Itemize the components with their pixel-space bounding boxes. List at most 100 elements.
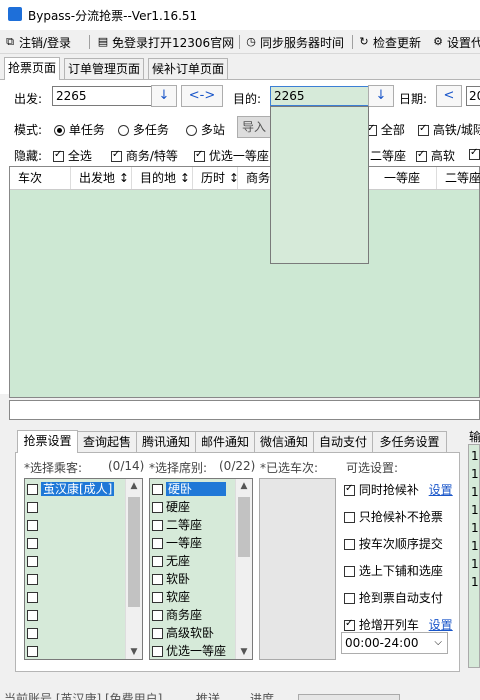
seat-list[interactable]: 硬卧 硬座 二等座 一等座 无座 软卧 软座 商务座 高级软卧 优选一等座 ▲ …: [149, 478, 253, 660]
option-berth-seat[interactable]: 选上下铺和选座: [344, 562, 443, 579]
checkbox-youxuan[interactable]: [194, 149, 205, 162]
checkbox-waitlist[interactable]: [344, 483, 355, 496]
scroll-down-icon[interactable]: ▼: [236, 645, 252, 659]
option-waitlist[interactable]: 同时抢候补 设置: [344, 481, 453, 498]
column-header-train[interactable]: 车次: [10, 167, 71, 189]
passenger-checkbox[interactable]: [27, 538, 38, 549]
from-station-input[interactable]: 2265: [52, 86, 152, 106]
column-header-first-class[interactable]: 一等座: [376, 167, 437, 189]
option-auto-pay[interactable]: 抢到票自动支付: [344, 589, 443, 606]
swap-stations-button[interactable]: <->: [181, 85, 223, 107]
waitlist-settings-link[interactable]: 设置: [429, 483, 453, 497]
passenger-checkbox[interactable]: [27, 574, 38, 585]
log-list[interactable]: 1 1 1 1 1 1 1 1: [468, 444, 480, 668]
seat-checkbox[interactable]: [152, 574, 163, 585]
time-range-select[interactable]: 00:00-24:00 ⌵: [341, 632, 448, 654]
checkbox-auto-pay[interactable]: [344, 593, 355, 604]
tab-ticket[interactable]: 抢票页面: [4, 57, 61, 80]
seat-scrollbar[interactable]: ▲ ▼: [235, 479, 252, 659]
to-station-input[interactable]: 2265: [270, 86, 369, 106]
passenger-checkbox[interactable]: [27, 502, 38, 513]
filter-gaotie[interactable]: 高铁/城际: [418, 121, 480, 138]
seat-checkbox[interactable]: [152, 556, 163, 567]
passenger-checkbox[interactable]: [27, 592, 38, 603]
settings-button[interactable]: ⚙ 设置代: [432, 34, 480, 50]
checkbox-select-all[interactable]: [53, 149, 64, 162]
list-item[interactable]: 软座: [152, 588, 190, 606]
passenger-checkbox[interactable]: [27, 610, 38, 621]
seat-checkbox[interactable]: [152, 502, 163, 513]
list-item[interactable]: [27, 498, 41, 516]
column-header-to[interactable]: 目的地 ↕: [132, 167, 193, 189]
scroll-up-icon[interactable]: ▲: [236, 479, 252, 493]
filter-all[interactable]: 全部: [366, 121, 405, 138]
seat-checkbox[interactable]: [152, 592, 163, 603]
tab-waitlist[interactable]: 候补订单页面: [148, 58, 229, 79]
scroll-thumb[interactable]: [238, 497, 250, 557]
checkbox-shangwu[interactable]: [111, 149, 122, 162]
seat-checkbox[interactable]: [152, 646, 163, 657]
option-extra-trains[interactable]: 抢增开列车 设置: [344, 616, 453, 633]
checkbox-berth-seat[interactable]: [344, 566, 355, 577]
mode-multistation[interactable]: 多站: [186, 121, 225, 138]
open-12306-button[interactable]: ▤ 免登录打开12306官网: [97, 34, 234, 50]
seat-checkbox[interactable]: [152, 484, 163, 495]
checkbox-order-submit[interactable]: [344, 539, 355, 550]
scroll-down-icon[interactable]: ▼: [126, 645, 142, 659]
option-order-submit[interactable]: 按车次顺序提交: [344, 535, 443, 552]
mode-multi[interactable]: 多任务: [118, 121, 169, 138]
passenger-checkbox[interactable]: [27, 556, 38, 567]
tab-email-notify[interactable]: 邮件通知: [195, 431, 255, 452]
prev-date-button[interactable]: <: [436, 85, 462, 107]
option-waitlist-only[interactable]: 只抢候补不抢票: [344, 508, 443, 525]
passenger-checkbox[interactable]: [27, 646, 38, 657]
checkbox-gaotie[interactable]: [418, 123, 429, 136]
hide-youxuan[interactable]: 优选一等座: [194, 147, 269, 164]
list-item[interactable]: [27, 552, 41, 570]
list-item[interactable]: 茧汉康[成人]: [27, 480, 115, 498]
hide-shangwu[interactable]: 商务/特等: [111, 147, 178, 164]
column-header-from[interactable]: 出发地 ↕: [71, 167, 132, 189]
list-item[interactable]: 二等座: [152, 516, 202, 534]
station-suggestion-dropdown[interactable]: [270, 106, 369, 264]
hide-more[interactable]: [469, 147, 480, 161]
column-header-duration[interactable]: 历时 ↕: [193, 167, 239, 189]
list-item[interactable]: [27, 606, 41, 624]
passenger-checkbox[interactable]: [27, 628, 38, 639]
list-item[interactable]: [27, 516, 41, 534]
sync-time-button[interactable]: ◷ 同步服务器时间: [245, 34, 344, 50]
extra-trains-settings-link[interactable]: 设置: [429, 618, 453, 632]
hide-select-all[interactable]: 全选: [53, 147, 92, 164]
date-input[interactable]: 20: [466, 86, 480, 106]
tab-orders[interactable]: 订单管理页面: [64, 58, 145, 79]
check-update-button[interactable]: ↻ 检查更新: [358, 34, 421, 50]
train-list-grid[interactable]: 车次 出发地 ↕ 目的地 ↕ 历时 ↕ 商务 一等座 二等座: [9, 166, 480, 398]
tab-ticket-settings[interactable]: 抢票设置: [17, 430, 78, 453]
list-item[interactable]: 软卧: [152, 570, 190, 588]
seat-checkbox[interactable]: [152, 520, 163, 531]
from-dropdown-button[interactable]: ↓: [151, 85, 177, 107]
hide-gaoruan[interactable]: 高软: [416, 147, 455, 164]
radio-single[interactable]: [54, 125, 65, 136]
list-item[interactable]: 无座: [152, 552, 190, 570]
passenger-list[interactable]: 茧汉康[成人] ▲ ▼: [24, 478, 143, 660]
checkbox-extra-trains[interactable]: [344, 618, 355, 631]
checkbox-more[interactable]: [469, 147, 480, 160]
seat-checkbox[interactable]: [152, 628, 163, 639]
list-item[interactable]: [27, 642, 41, 659]
list-item[interactable]: 商务座: [152, 606, 202, 624]
list-item[interactable]: [27, 570, 41, 588]
selected-trains-list[interactable]: [259, 478, 336, 660]
to-dropdown-button[interactable]: ↓: [368, 85, 394, 107]
list-item[interactable]: 硬座: [152, 498, 190, 516]
passenger-scrollbar[interactable]: ▲ ▼: [125, 479, 142, 659]
checkbox-gaoruan[interactable]: [416, 149, 427, 162]
list-item[interactable]: 高级软卧: [152, 624, 214, 642]
import-button[interactable]: 导入: [237, 116, 271, 138]
mode-single[interactable]: 单任务: [54, 121, 105, 138]
column-header-second-class[interactable]: 二等座: [437, 167, 480, 189]
tab-tencent-notify[interactable]: 腾讯通知: [136, 431, 196, 452]
login-button[interactable]: ⧉ 注销/登录: [4, 34, 71, 50]
radio-multi[interactable]: [118, 125, 129, 136]
radio-multistation[interactable]: [186, 125, 197, 136]
